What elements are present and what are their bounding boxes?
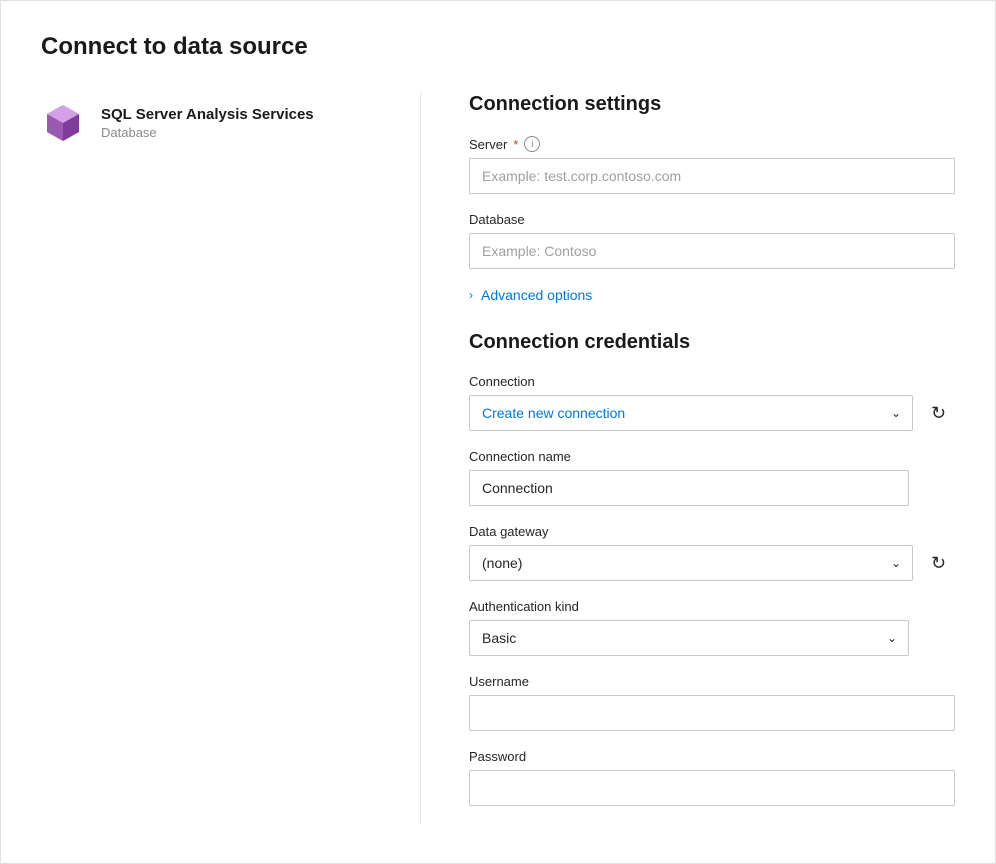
server-input[interactable] xyxy=(469,158,955,194)
server-label: Server * i xyxy=(469,136,955,152)
left-panel: SQL Server Analysis Services Database xyxy=(41,93,421,824)
auth-kind-select[interactable]: Basic Windows OAuth2 xyxy=(469,620,909,656)
username-input[interactable] xyxy=(469,695,955,731)
username-field-group: Username xyxy=(469,674,955,731)
connection-label: Connection xyxy=(469,374,955,389)
data-gateway-select[interactable]: (none) xyxy=(469,545,913,581)
service-card: SQL Server Analysis Services Database xyxy=(41,93,380,153)
page-container: Connect to data source SQL Server Analys… xyxy=(0,0,996,864)
right-panel: Connection settings Server * i Database xyxy=(421,93,955,824)
data-gateway-dropdown-container: (none) ⌄ xyxy=(469,545,913,581)
connection-refresh-button[interactable]: ↺ xyxy=(923,397,955,429)
refresh-icon-gateway: ↺ xyxy=(931,553,946,574)
connection-name-input[interactable] xyxy=(469,470,909,506)
connection-dropdown-wrapper: Create new connection ⌄ ↺ xyxy=(469,395,955,431)
connection-name-label: Connection name xyxy=(469,449,955,464)
connection-field-group: Connection Create new connection ⌄ ↺ xyxy=(469,374,955,431)
refresh-icon: ↺ xyxy=(931,403,946,424)
cube-icon xyxy=(41,101,85,145)
database-input[interactable] xyxy=(469,233,955,269)
server-field-group: Server * i xyxy=(469,136,955,194)
password-input[interactable] xyxy=(469,770,955,806)
connection-select[interactable]: Create new connection xyxy=(469,395,913,431)
gateway-refresh-button[interactable]: ↺ xyxy=(923,547,955,579)
data-gateway-dropdown-wrapper: (none) ⌄ ↺ xyxy=(469,545,955,581)
database-label: Database xyxy=(469,212,955,227)
advanced-options-label: Advanced options xyxy=(481,287,592,303)
data-gateway-field-group: Data gateway (none) ⌄ ↺ xyxy=(469,524,955,581)
service-type: Database xyxy=(101,125,314,140)
auth-kind-label: Authentication kind xyxy=(469,599,955,614)
password-field-group: Password xyxy=(469,749,955,806)
info-icon[interactable]: i xyxy=(524,136,540,152)
connection-settings-title: Connection settings xyxy=(469,93,955,116)
database-field-group: Database xyxy=(469,212,955,269)
password-label: Password xyxy=(469,749,955,764)
service-name: SQL Server Analysis Services xyxy=(101,106,314,123)
chevron-right-icon: › xyxy=(469,288,473,302)
auth-kind-field-group: Authentication kind Basic Windows OAuth2… xyxy=(469,599,955,656)
username-label: Username xyxy=(469,674,955,689)
connection-credentials-section: Connection credentials Connection Create… xyxy=(469,331,955,806)
connection-name-field-group: Connection name xyxy=(469,449,955,506)
service-info: SQL Server Analysis Services Database xyxy=(101,106,314,140)
required-star: * xyxy=(513,137,518,152)
page-title: Connect to data source xyxy=(41,33,955,61)
auth-kind-dropdown-container: Basic Windows OAuth2 ⌄ xyxy=(469,620,909,656)
data-gateway-label: Data gateway xyxy=(469,524,955,539)
connection-credentials-title: Connection credentials xyxy=(469,331,955,354)
connection-settings-section: Connection settings Server * i Database xyxy=(469,93,955,303)
content-layout: SQL Server Analysis Services Database Co… xyxy=(41,93,955,824)
connection-dropdown-container: Create new connection ⌄ xyxy=(469,395,913,431)
advanced-options-toggle[interactable]: › Advanced options xyxy=(469,287,955,303)
